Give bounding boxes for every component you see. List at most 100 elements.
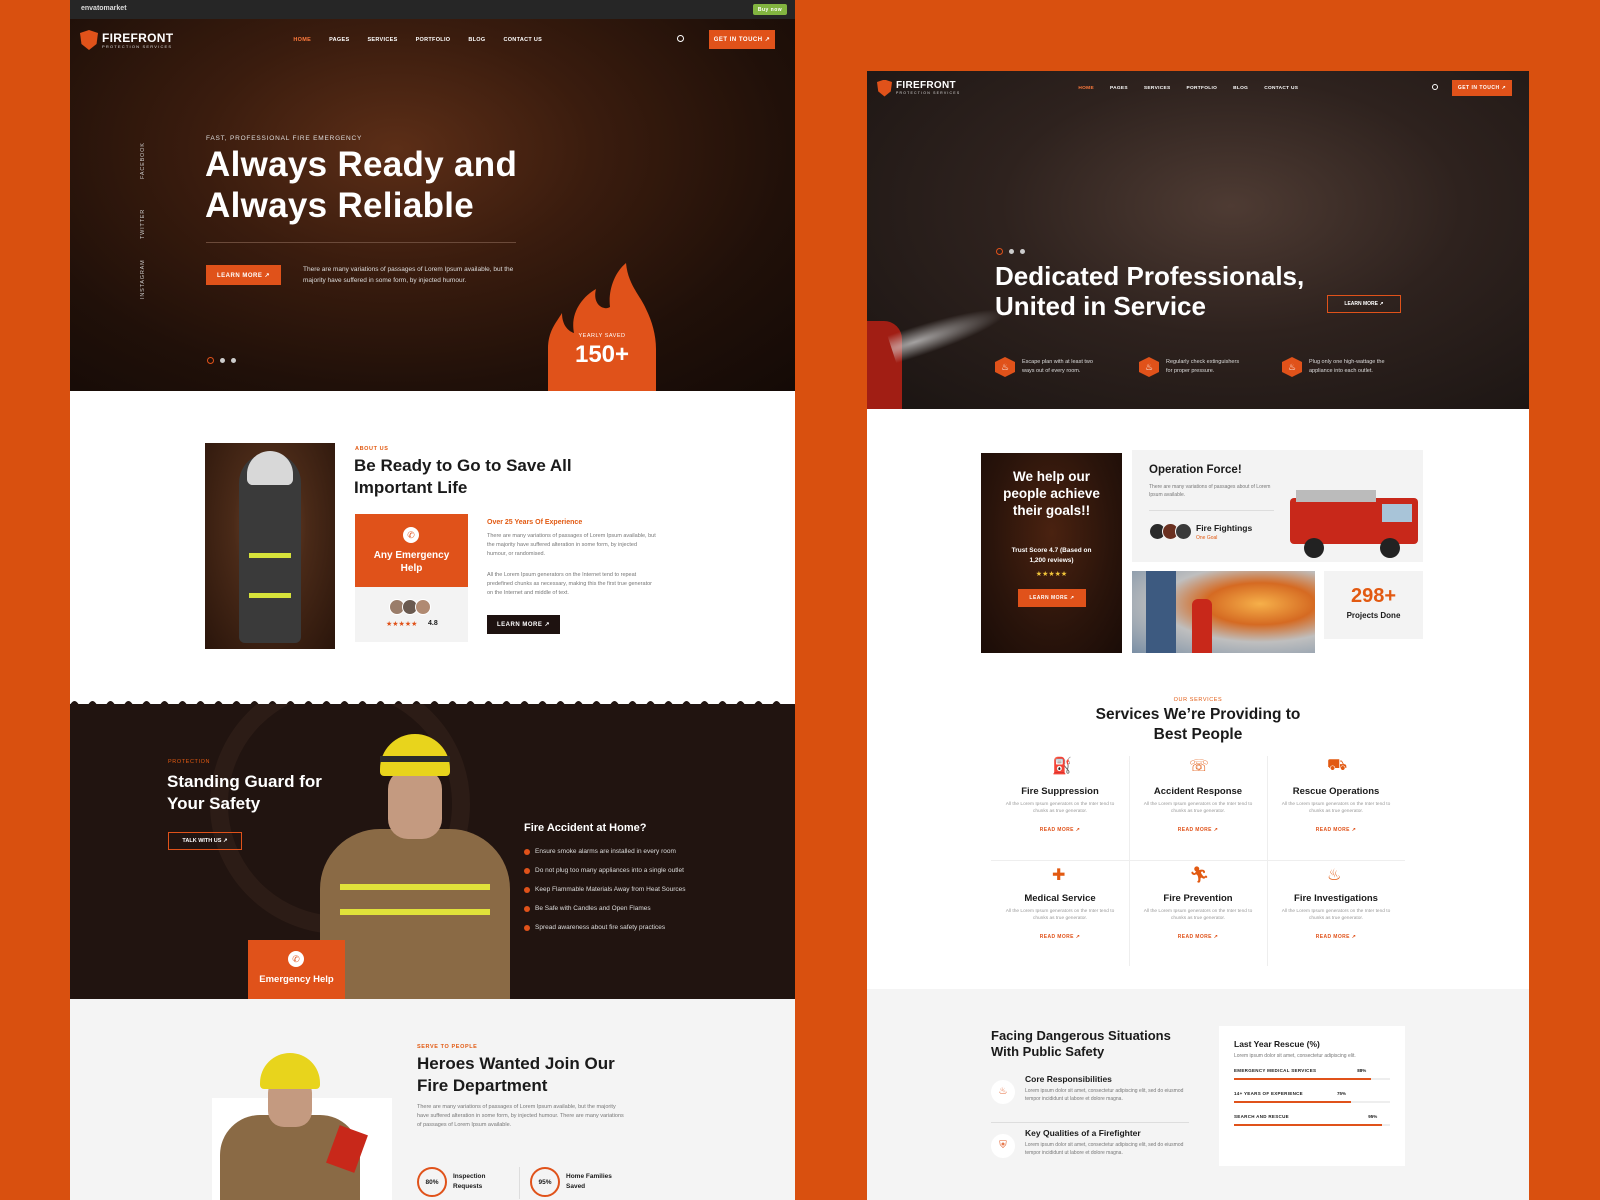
social-twitter[interactable]: TWITTER [140,209,146,239]
service-card[interactable]: ⛽ Fire Suppression All the Lorem Ipsum g… [991,756,1129,860]
slider-dot[interactable] [231,358,236,363]
stat-inspection: 80% Inspection Requests [417,1167,486,1197]
logo-shield-icon [80,30,98,50]
slider-dot[interactable] [1009,249,1014,254]
tip-text: Plug only one high-wattage the [1309,359,1385,366]
get-in-touch-button[interactable]: GET IN TOUCH ↗ [1452,80,1512,96]
nav-portfolio[interactable]: PORTFOLIO [416,37,451,43]
service-desc: All the Lorem Ipsum generators on the In… [1281,802,1391,815]
read-more-link[interactable]: READ MORE ↗ [991,934,1129,940]
heroes-title-2: Fire Department [417,1076,548,1095]
progress-fill [1234,1078,1372,1080]
service-desc: All the Lorem Ipsum generators on the In… [1281,909,1391,922]
nav-home[interactable]: HOME [293,37,311,43]
goals-title-line: people achieve [1003,485,1100,501]
social-facebook[interactable]: FACEBOOK [140,142,146,179]
flame-icon: ♨ [995,357,1015,377]
hero-title-1: Always Ready and [205,145,518,184]
nav-home[interactable]: HOME [1078,86,1094,91]
right-hero: FIREFRONT PROTECTION SERVICES HOME PAGES… [867,71,1529,409]
tip-text: Regularly check extinguishers [1166,359,1240,366]
shield-icon: ⛨ [991,1134,1015,1158]
buy-now-button[interactable]: Buy now [753,4,787,15]
service-card[interactable]: ⛟ Rescue Operations All the Lorem Ipsum … [1267,756,1405,860]
social-instagram[interactable]: INSTAGRAM [140,260,146,300]
hero-eyebrow: FAST, PROFESSIONAL FIRE EMERGENCY [206,135,363,142]
slider-dot[interactable] [220,358,225,363]
fire-safety-list: Ensure smoke alarms are installed in eve… [524,842,724,937]
progress-label: EMERGENCY MEDICAL SERVICES [1234,1068,1317,1073]
about-learn-more-button[interactable]: LEARN MORE ↗ [487,615,560,634]
about-experience: Over 25 Years Of Experience [487,519,583,526]
services-title-1: Services We’re Providing to [1095,706,1301,723]
search-icon[interactable] [677,35,684,42]
progress-track [1234,1124,1390,1126]
goals-title: We help our people achieve their goals!! [981,469,1122,520]
hero-title-2: Always Reliable [205,186,475,225]
list-item: Do not plug too many appliances into a s… [524,861,724,880]
service-card[interactable]: ♨ Fire Investigations All the Lorem Ipsu… [1267,861,1405,965]
progress-value: 95% [1368,1114,1378,1119]
emergency-card-top: ✆ Any Emergency Help [355,514,468,587]
nav-contact[interactable]: CONTACT US [503,37,542,43]
hero-tip-1: ♨ Escape plan with at least two ways out… [995,357,1093,377]
about-eyebrow: ABOUT US [355,446,389,452]
stat-label: Home Families [566,1173,612,1181]
nav-portfolio[interactable]: PORTFOLIO [1186,86,1217,91]
read-more-link[interactable]: READ MORE ↗ [991,827,1129,833]
logo-sub: PROTECTION SERVICES [896,91,961,95]
emergency-help-box[interactable]: ✆ Emergency Help [248,940,345,999]
slider-dot-active[interactable] [996,248,1003,255]
stat-label: Saved [566,1183,586,1190]
envato-logo[interactable]: envatomarket [81,5,127,12]
hero-learn-more-button[interactable]: LEARN MORE ↗ [206,265,281,285]
heroes-desc: There are many variations of passages of… [417,1104,624,1128]
flame-icon: ♨ [1139,357,1159,377]
progress-bar-row: 14+ YEARS OF EXPERIENCE 75% [1234,1091,1390,1111]
read-more-link[interactable]: READ MORE ↗ [1129,934,1267,940]
safety-item: ⛨ Key Qualities of a Firefighter Lorem i… [991,1128,1189,1174]
operation-desc: There are many variations of passages ab… [1149,484,1271,498]
left-nav: HOME PAGES SERVICES PORTFOLIO BLOG CONTA… [293,37,560,43]
read-more-link[interactable]: READ MORE ↗ [1267,934,1405,940]
service-card[interactable]: ✚ Medical Service All the Lorem Ipsum ge… [991,861,1129,965]
nav-services[interactable]: SERVICES [1144,86,1171,91]
fire-fightings-title: Fire Fightings [1196,523,1253,533]
service-title: Medical Service [1024,893,1096,904]
hero-tip-3: ♨ Plug only one high-wattage the applian… [1282,357,1385,377]
progress-track [1234,1078,1390,1080]
logo-text[interactable]: FIREFRONT [896,81,960,91]
read-more-link[interactable]: READ MORE ↗ [1267,827,1405,833]
emergency-card-title: Any Emergency Help [373,550,450,574]
hero-desc: There are many variations of passages of… [303,266,514,285]
about-image [205,443,335,649]
rescue-bars: EMERGENCY MEDICAL SERVICES 88% 14+ YEARS O… [1234,1068,1390,1138]
progress-value: 88% [1357,1068,1367,1073]
nav-blog[interactable]: BLOG [1233,86,1248,91]
slider-dot[interactable] [1020,249,1025,254]
avatar [1175,523,1192,540]
get-in-touch-button[interactable]: GET IN TOUCH ↗ [709,30,775,49]
goals-title-line: We help our [1012,469,1090,484]
nav-contact[interactable]: CONTACT US [1264,86,1298,91]
about-title-1: Be Ready to Go to Save All [354,456,572,475]
search-icon[interactable] [1432,84,1438,90]
nav-services[interactable]: SERVICES [367,37,397,43]
rescue-title: Last Year Rescue (%) [1234,1039,1320,1049]
talk-with-us-button[interactable]: TALK WITH US ↗ [168,832,242,850]
slider-dot-active[interactable] [207,357,214,364]
service-card[interactable]: 🏃︎ Fire Prevention All the Lorem Ipsum g… [1129,861,1267,965]
service-card[interactable]: ☏ Accident Response All the Lorem Ipsum … [1129,756,1267,860]
stat-label: Inspection [453,1173,486,1181]
right-hero-learn-more-button[interactable]: LEARN MORE ↗ [1327,295,1401,313]
logo-text[interactable]: FIREFRONT [102,32,173,44]
protection-title-2: Your Safety [167,794,261,813]
nav-pages[interactable]: PAGES [329,37,349,43]
services-eyebrow: OUR SERVICES [1173,697,1223,703]
nav-pages[interactable]: PAGES [1110,86,1128,91]
nav-blog[interactable]: BLOG [468,37,485,43]
hero-divider [206,242,516,243]
service-desc: All the Lorem Ipsum generators on the In… [1143,909,1253,922]
read-more-link[interactable]: READ MORE ↗ [1129,827,1267,833]
goals-learn-more-button[interactable]: LEARN MORE ↗ [1018,589,1086,607]
